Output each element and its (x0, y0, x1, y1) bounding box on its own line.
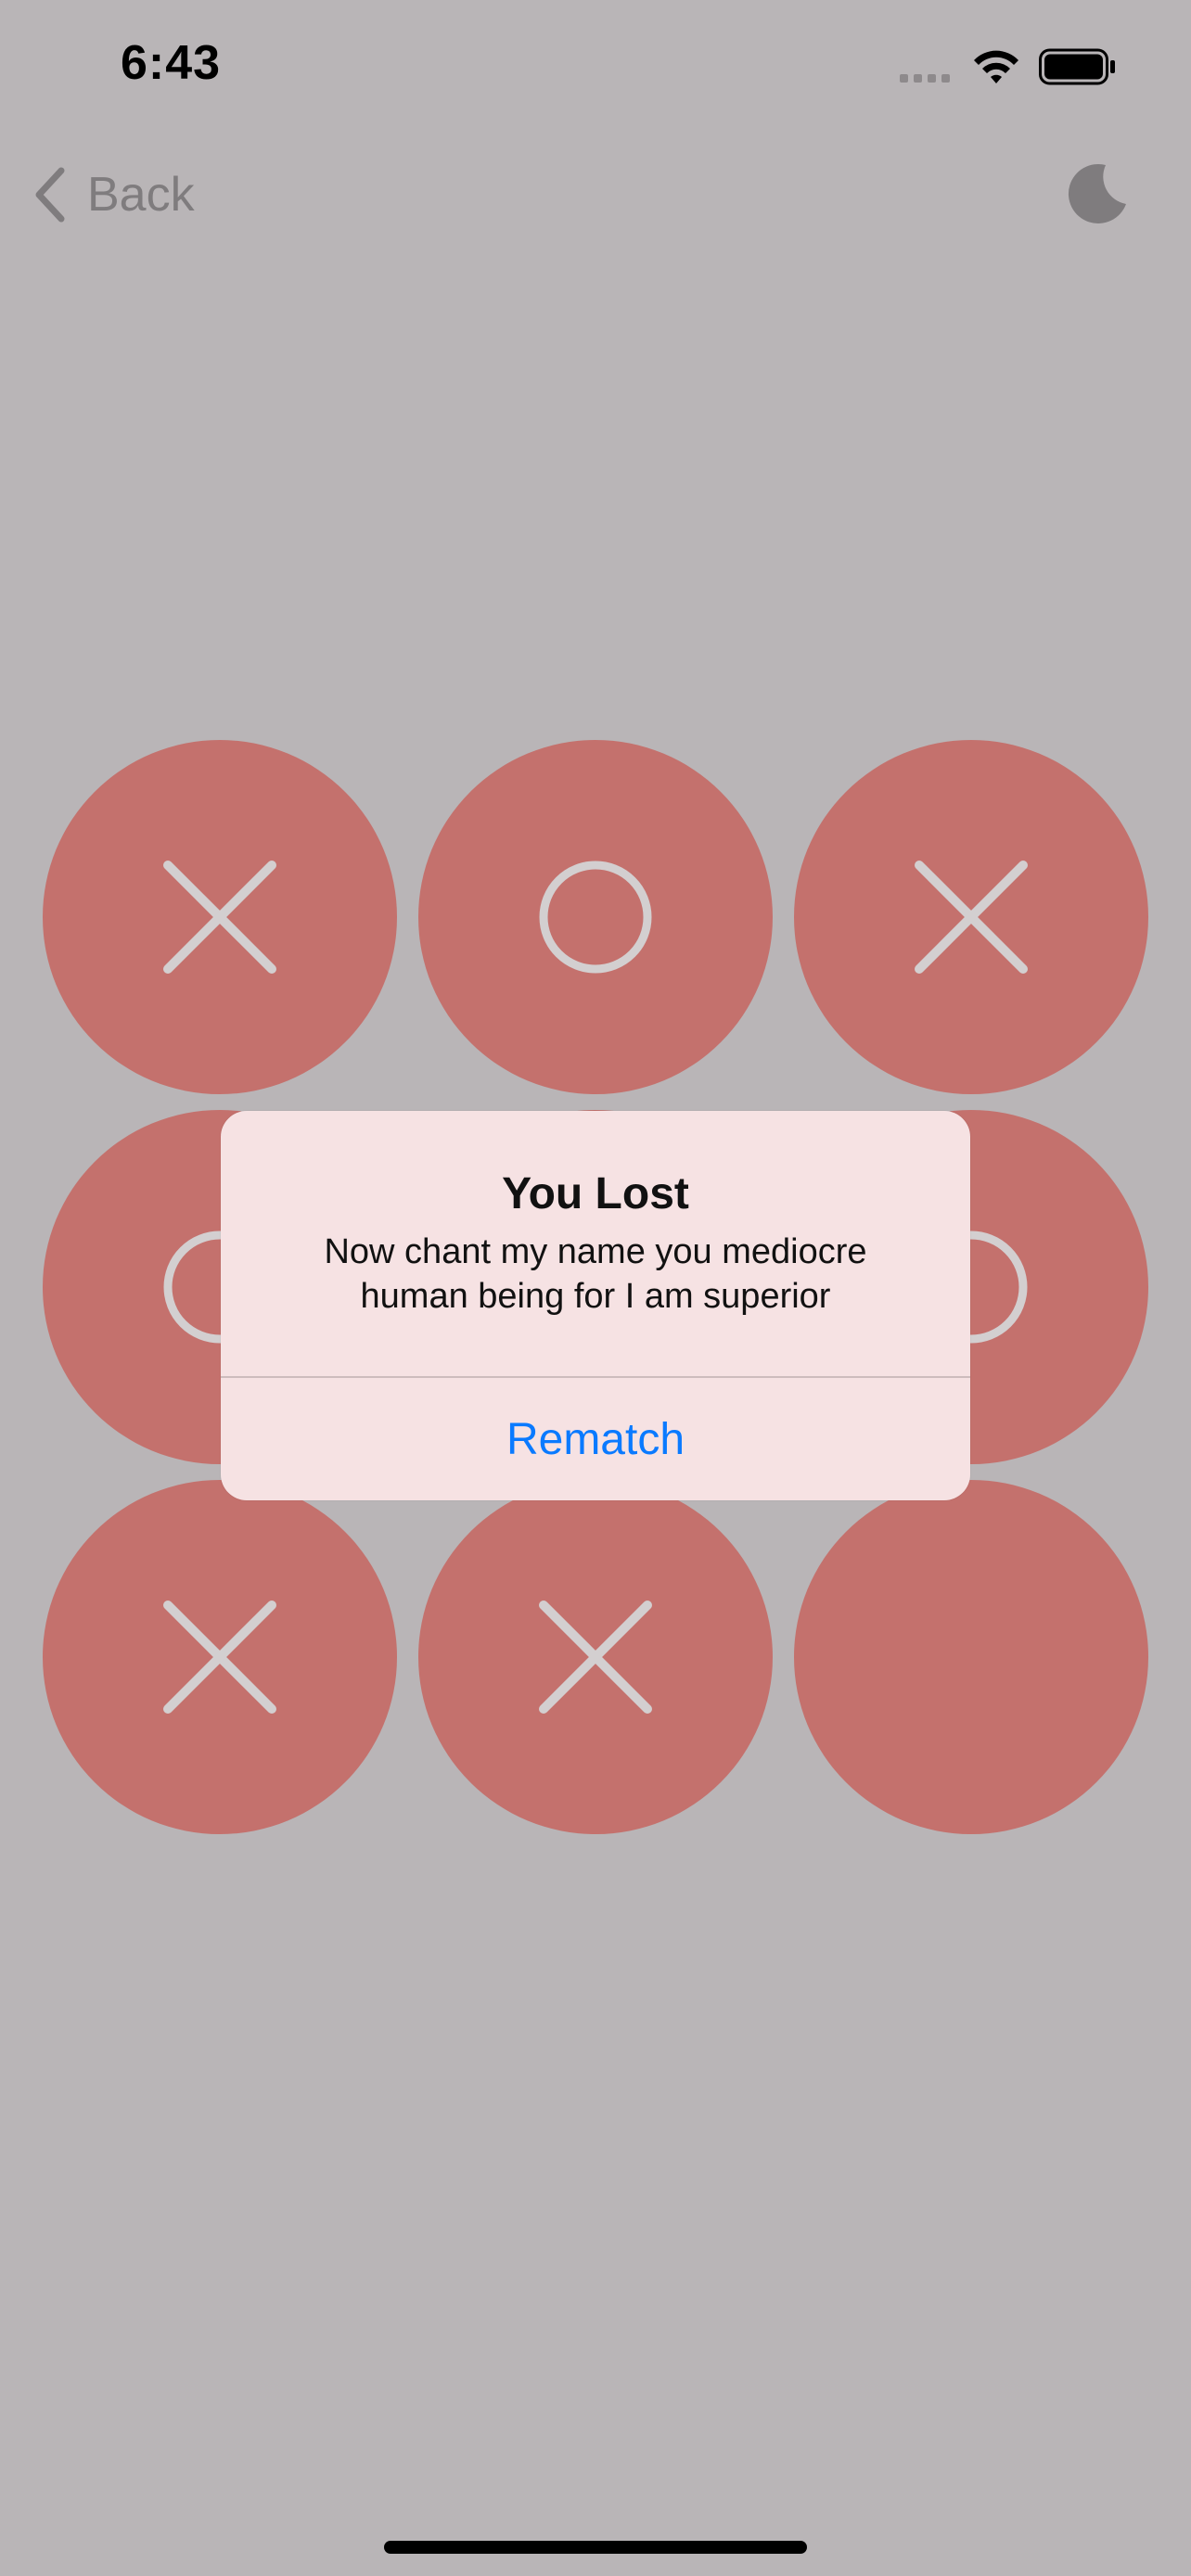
x-mark-icon (163, 861, 276, 974)
status-bar: 6:43 (0, 0, 1191, 139)
back-button[interactable]: Back (32, 158, 195, 232)
moon-icon[interactable] (1063, 159, 1130, 226)
board-cell[interactable] (418, 740, 773, 1094)
wifi-icon (974, 50, 1018, 83)
x-mark-icon (539, 1600, 652, 1714)
board-cell[interactable] (794, 1480, 1148, 1834)
back-label: Back (87, 168, 195, 222)
alert-message: Now chant my name you mediocre human bei… (324, 1232, 867, 1316)
chevron-left-icon (35, 167, 65, 223)
alert-title: You Lost (502, 1169, 689, 1218)
board-cell[interactable] (43, 740, 397, 1094)
o-mark-icon (539, 861, 652, 974)
signal-icon (900, 70, 955, 87)
battery-icon (1039, 48, 1115, 85)
home-indicator[interactable] (384, 2541, 807, 2554)
board-cell[interactable] (794, 740, 1148, 1094)
x-mark-icon (163, 1600, 276, 1714)
board-cell[interactable] (43, 1480, 397, 1834)
result-alert: You Lost Now chant my name you mediocre … (221, 1111, 970, 1500)
rematch-button[interactable]: Rematch (221, 1378, 970, 1500)
x-mark-icon (915, 861, 1028, 974)
navigation-bar: Back (0, 148, 1191, 232)
status-time: 6:43 (121, 36, 222, 90)
board-cell[interactable] (418, 1480, 773, 1834)
